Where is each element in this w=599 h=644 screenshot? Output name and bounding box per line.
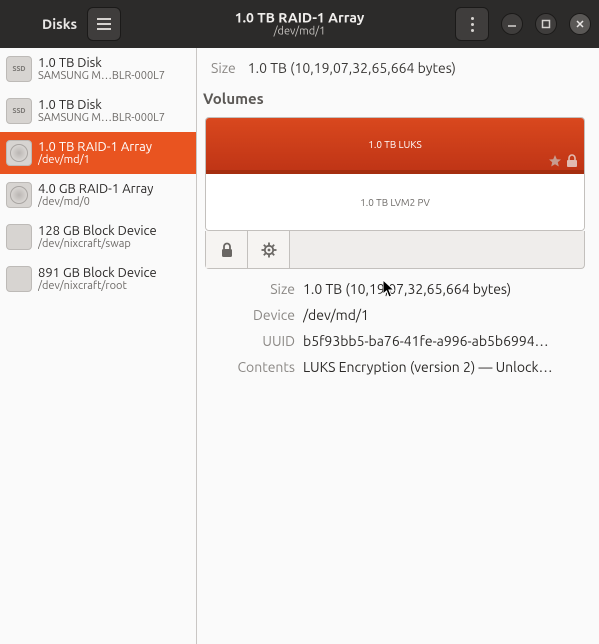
sidebar-item-title: 1.0 TB RAID-1 Array bbox=[38, 140, 190, 154]
app-title: Disks bbox=[42, 16, 77, 32]
raid-icon bbox=[6, 182, 32, 208]
sidebar-item-3[interactable]: 4.0 GB RAID-1 Array/dev/md/0 bbox=[0, 174, 196, 216]
device-sidebar: SSD1.0 TB DiskSAMSUNG M…BLR-000L7SSD1.0 … bbox=[0, 48, 197, 644]
sidebar-item-subtitle: SAMSUNG M…BLR-000L7 bbox=[38, 70, 190, 82]
volume-toolbar bbox=[205, 231, 585, 269]
content-area: Size 1.0 TB (10,19,07,32,65,664 bytes) V… bbox=[197, 48, 599, 644]
sidebar-item-2[interactable]: 1.0 TB RAID-1 Array/dev/md/1 bbox=[0, 132, 196, 174]
sidebar-item-4[interactable]: 128 GB Block Device/dev/nixcraft/swap bbox=[0, 216, 196, 258]
header-title: 1.0 TB RAID-1 Array bbox=[190, 10, 410, 26]
info-contents-value: LUKS Encryption (version 2) — Unlock… bbox=[303, 359, 585, 375]
block-icon bbox=[6, 224, 32, 250]
close-icon bbox=[575, 19, 585, 29]
info-size-value: 1.0 TB (10,19,07,32,65,664 bytes) bbox=[303, 281, 585, 297]
size-value: 1.0 TB (10,19,07,32,65,664 bytes) bbox=[248, 60, 456, 76]
sidebar-item-5[interactable]: 891 GB Block Device/dev/nixcraft/root bbox=[0, 258, 196, 300]
padlock-icon bbox=[220, 242, 234, 258]
header-center: 1.0 TB RAID-1 Array /dev/md/1 bbox=[190, 10, 410, 39]
sidebar-item-title: 4.0 GB RAID-1 Array bbox=[38, 182, 190, 196]
drive-menu-button[interactable] bbox=[87, 7, 121, 41]
volume-info: Size 1.0 TB (10,19,07,32,65,664 bytes) D… bbox=[205, 281, 585, 375]
info-device-value: /dev/md/1 bbox=[303, 307, 585, 323]
minimize-button[interactable] bbox=[501, 13, 523, 35]
more-actions-button[interactable] bbox=[455, 7, 489, 41]
sidebar-item-title: 1.0 TB Disk bbox=[38, 98, 190, 112]
hamburger-icon bbox=[97, 18, 111, 30]
sidebar-item-title: 128 GB Block Device bbox=[38, 224, 190, 238]
device-size-row: Size 1.0 TB (10,19,07,32,65,664 bytes) bbox=[211, 60, 585, 76]
sidebar-item-subtitle: /dev/nixcraft/swap bbox=[38, 238, 190, 250]
info-uuid-value: b5f93bb5-ba76-41fe-a996-ab5b6994… bbox=[303, 333, 585, 349]
ssd-icon: SSD bbox=[6, 56, 32, 82]
gear-icon bbox=[261, 242, 277, 258]
volume-partition-luks[interactable]: 1.0 TB LUKS bbox=[206, 118, 584, 174]
ssd-icon: SSD bbox=[6, 98, 32, 124]
size-label: Size bbox=[211, 60, 236, 76]
block-icon bbox=[6, 266, 32, 292]
volumes-heading: Volumes bbox=[203, 90, 585, 107]
volume-settings-button[interactable] bbox=[248, 231, 290, 268]
maximize-button[interactable] bbox=[535, 13, 557, 35]
header-subtitle: /dev/md/1 bbox=[190, 26, 410, 39]
star-icon bbox=[548, 154, 562, 168]
sidebar-item-title: 891 GB Block Device bbox=[38, 266, 190, 280]
kebab-icon bbox=[471, 17, 474, 32]
close-button[interactable] bbox=[569, 13, 591, 35]
minimize-icon bbox=[507, 19, 517, 29]
volume-lvm-label: 1.0 TB LVM2 PV bbox=[360, 197, 430, 208]
sidebar-item-0[interactable]: SSD 1.0 TB DiskSAMSUNG M…BLR-000L7 bbox=[0, 48, 196, 90]
volume-luks-label: 1.0 TB LUKS bbox=[368, 139, 421, 150]
info-size-label: Size bbox=[205, 281, 295, 297]
info-device-label: Device bbox=[205, 307, 295, 323]
info-contents-label: Contents bbox=[205, 359, 295, 375]
sidebar-item-subtitle: /dev/nixcraft/root bbox=[38, 280, 190, 292]
maximize-icon bbox=[541, 19, 551, 29]
volume-partition-lvm[interactable]: 1.0 TB LVM2 PV bbox=[206, 174, 584, 230]
lock-icon bbox=[566, 154, 578, 168]
lock-volume-button[interactable] bbox=[206, 231, 248, 268]
sidebar-item-title: 1.0 TB Disk bbox=[38, 56, 190, 70]
titlebar: Disks 1.0 TB RAID-1 Array /dev/md/1 bbox=[0, 0, 599, 48]
volume-diagram: 1.0 TB LUKS 1.0 TB LVM2 PV bbox=[205, 117, 585, 231]
info-uuid-label: UUID bbox=[205, 333, 295, 349]
sidebar-item-subtitle: /dev/md/0 bbox=[38, 196, 190, 208]
sidebar-item-subtitle: /dev/md/1 bbox=[38, 154, 190, 166]
sidebar-item-1[interactable]: SSD 1.0 TB DiskSAMSUNG M…BLR-000L7 bbox=[0, 90, 196, 132]
raid-icon bbox=[6, 140, 32, 166]
sidebar-item-subtitle: SAMSUNG M…BLR-000L7 bbox=[38, 112, 190, 124]
